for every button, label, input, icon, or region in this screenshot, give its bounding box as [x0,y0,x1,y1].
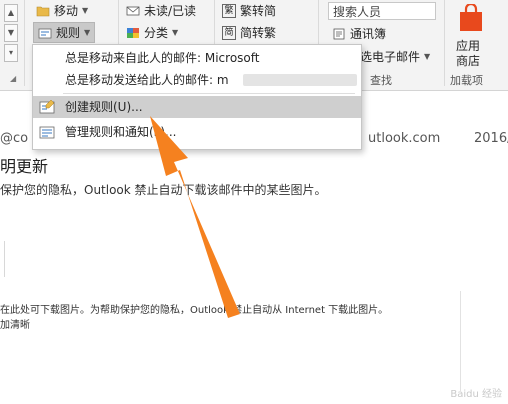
annotation-arrow-icon [150,116,240,318]
watermark: Baidu 经验 [450,389,502,400]
